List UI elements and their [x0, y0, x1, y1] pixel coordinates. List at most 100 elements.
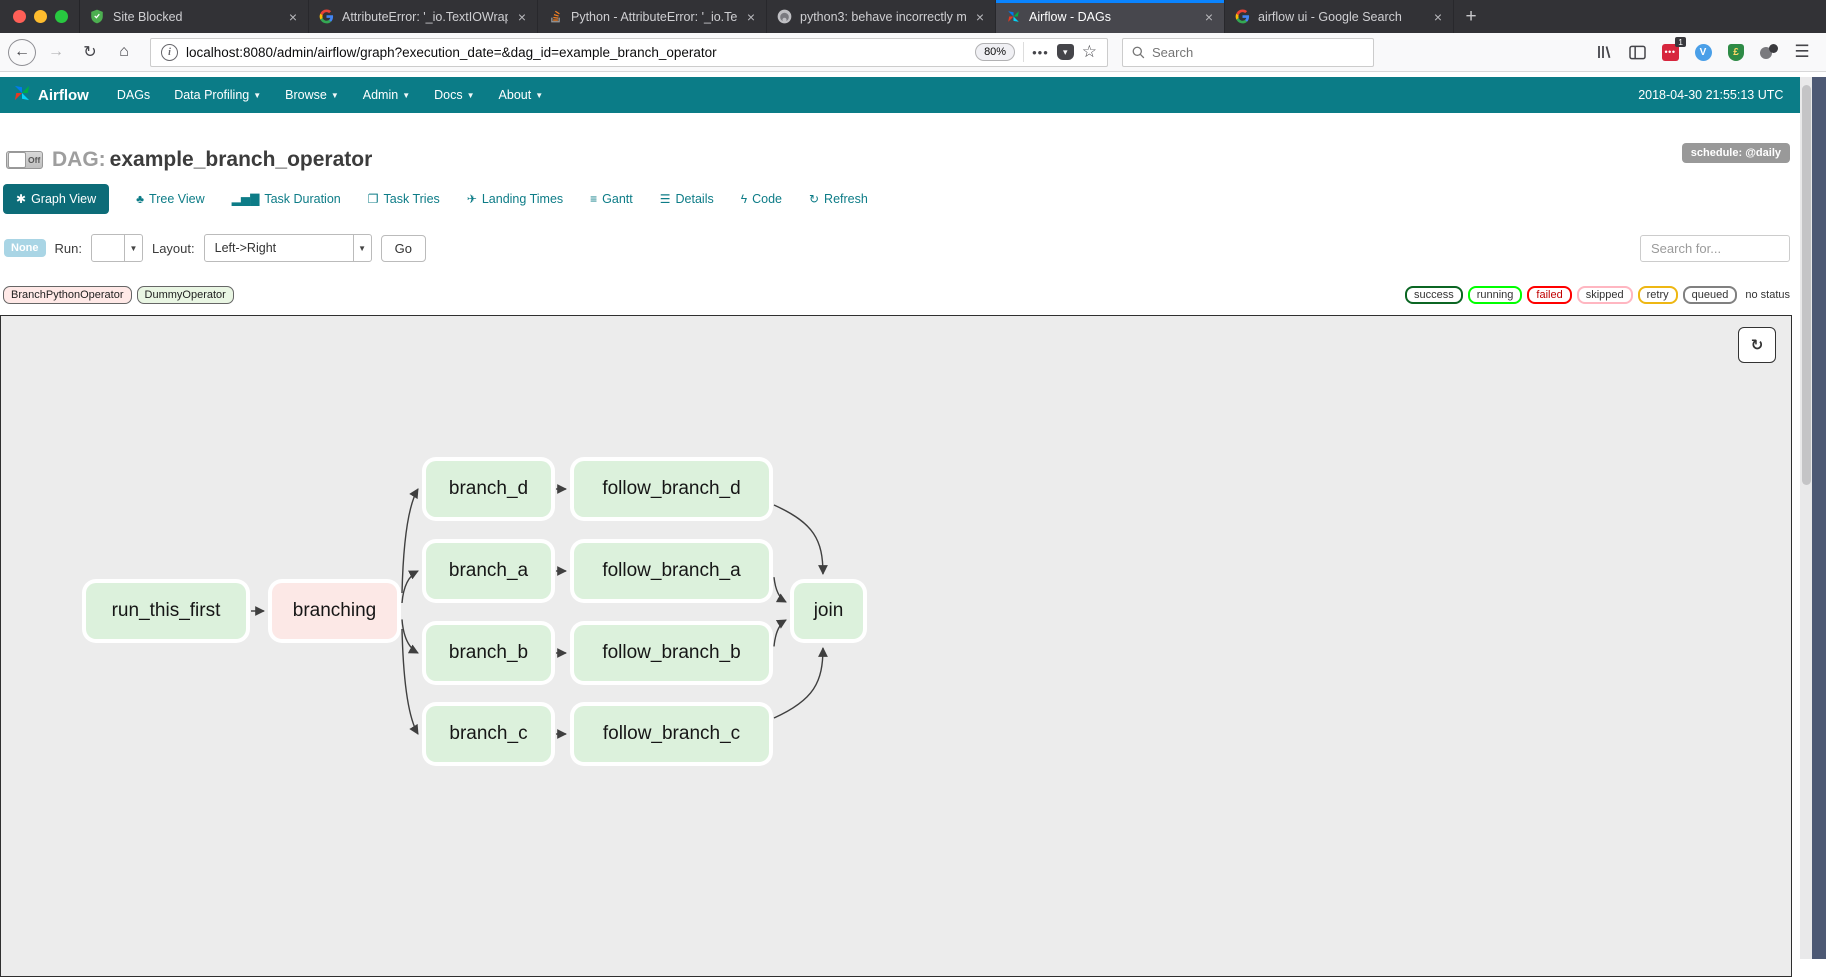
- dag-node-branch_a[interactable]: branch_a: [426, 543, 551, 599]
- close-tab-icon[interactable]: ×: [974, 9, 986, 25]
- status-running: running: [1468, 286, 1523, 304]
- chevron-down-icon: ▼: [402, 91, 410, 100]
- chevron-down-icon: ▼: [467, 91, 475, 100]
- reload-button[interactable]: ↻: [76, 38, 104, 66]
- nav-item-dags[interactable]: DAGs: [105, 77, 162, 113]
- home-button[interactable]: ⌂: [110, 38, 138, 66]
- nav-item-about[interactable]: About▼: [487, 77, 556, 113]
- url-text[interactable]: localhost:8080/admin/airflow/graph?execu…: [186, 45, 967, 60]
- landing-times-icon: ✈: [467, 192, 477, 206]
- close-window-button[interactable]: [13, 10, 26, 23]
- view-tabs: ✱Graph View ♣Tree View ▂▅▇Task Duration ❐Ta…: [3, 183, 1826, 215]
- view-tree-view[interactable]: ♣Tree View: [136, 192, 204, 206]
- pocket-icon[interactable]: ▾: [1057, 44, 1074, 60]
- browser-tab-5[interactable]: Airflow - DAGs ×: [996, 0, 1225, 33]
- dag-node-follow_branch_c[interactable]: follow_branch_c: [574, 706, 769, 762]
- dag-edges: [1, 316, 1791, 976]
- dag-node-follow_branch_b[interactable]: follow_branch_b: [574, 625, 769, 681]
- page-title: DAG:example_branch_operator: [52, 148, 372, 172]
- edge-branching-branch_b: [402, 619, 418, 653]
- operator-legend: BranchPythonOperatorDummyOperator succes…: [3, 285, 1790, 305]
- utc-clock: 2018-04-30 21:55:13 UTC: [1638, 88, 1783, 102]
- refresh-icon: ↻: [809, 192, 819, 206]
- dag-node-run_this_first[interactable]: run_this_first: [86, 583, 246, 639]
- view-task-tries[interactable]: ❐Task Tries: [368, 192, 440, 206]
- back-button[interactable]: ←: [8, 39, 36, 66]
- dag-pause-toggle[interactable]: Off: [6, 151, 43, 169]
- nav-item-data-profiling[interactable]: Data Profiling▼: [162, 77, 273, 113]
- status-skipped: skipped: [1577, 286, 1633, 304]
- edge-branching-branch_c: [402, 629, 418, 734]
- go-button[interactable]: Go: [381, 235, 426, 262]
- chevron-down-icon: ▼: [535, 91, 543, 100]
- ghostery-extension-icon[interactable]: [1757, 40, 1781, 64]
- browser-tab-2[interactable]: AttributeError: '_io.TextIOWrapp ×: [309, 0, 538, 33]
- task-duration-icon: ▂▅▇: [232, 192, 260, 206]
- scrollbar-thumb[interactable]: [1802, 85, 1811, 485]
- site-info-icon[interactable]: i: [161, 44, 178, 61]
- view-code[interactable]: ϟCode: [741, 192, 782, 206]
- run-select[interactable]: ▼: [91, 234, 143, 262]
- nav-item-browse[interactable]: Browse▼: [273, 77, 351, 113]
- tab-title: Airflow - DAGs: [1029, 10, 1195, 24]
- sidebar-icon[interactable]: [1625, 40, 1649, 64]
- adblock-extension-icon[interactable]: ••• 1: [1658, 40, 1682, 64]
- nav-item-admin[interactable]: Admin▼: [351, 77, 422, 113]
- tab-title: airflow ui - Google Search: [1258, 10, 1424, 24]
- edge-follow_branch_c-join: [774, 648, 823, 718]
- menu-icon[interactable]: ☰: [1790, 40, 1814, 64]
- close-tab-icon[interactable]: ×: [516, 9, 528, 25]
- right-edge-strip: [1812, 77, 1826, 959]
- view-gantt[interactable]: ≡Gantt: [590, 192, 633, 206]
- close-tab-icon[interactable]: ×: [1203, 9, 1215, 25]
- shield-extension-icon[interactable]: £: [1724, 40, 1748, 64]
- task-search-input[interactable]: Search for...: [1640, 235, 1790, 262]
- tab-title: Python - AttributeError: '_io.Te: [571, 10, 737, 24]
- dag-node-branch_d[interactable]: branch_d: [426, 461, 551, 517]
- stackoverflow-favicon: [547, 9, 563, 25]
- browser-tab-3[interactable]: Python - AttributeError: '_io.Te ×: [538, 0, 767, 33]
- close-tab-icon[interactable]: ×: [745, 9, 757, 25]
- tab-title: AttributeError: '_io.TextIOWrapp: [342, 10, 508, 24]
- dag-node-branch_c[interactable]: branch_c: [426, 706, 551, 762]
- bookmark-star-icon[interactable]: ☆: [1082, 42, 1097, 62]
- status-legend: successrunningfailedskippedretryqueuedno…: [1405, 286, 1790, 304]
- layout-select[interactable]: Left->Right▼: [204, 234, 372, 262]
- view-details[interactable]: ☰Details: [660, 192, 714, 206]
- zoom-level-badge[interactable]: 80%: [975, 43, 1015, 61]
- library-icon[interactable]: [1592, 40, 1616, 64]
- browser-tab-1[interactable]: Site Blocked×: [80, 0, 309, 33]
- dag-node-follow_branch_a[interactable]: follow_branch_a: [574, 543, 769, 599]
- graph-refresh-button[interactable]: ↻: [1738, 327, 1776, 363]
- close-tab-icon[interactable]: ×: [287, 9, 299, 25]
- blue-extension-icon[interactable]: V: [1691, 40, 1715, 64]
- new-tab-button[interactable]: +: [1454, 0, 1488, 33]
- task-tries-icon: ❐: [368, 192, 379, 206]
- url-toolbar: ← → ↻ ⌂ i localhost:8080/admin/airflow/g…: [0, 33, 1826, 72]
- nav-item-docs[interactable]: Docs▼: [422, 77, 486, 113]
- view-task-duration[interactable]: ▂▅▇Task Duration: [232, 192, 341, 206]
- browser-tab-6[interactable]: airflow ui - Google Search ×: [1225, 0, 1454, 33]
- status-success: success: [1405, 286, 1463, 304]
- browser-tab-4[interactable]: python3: behave incorrectly mo×: [767, 0, 996, 33]
- layout-label: Layout:: [152, 241, 195, 256]
- search-icon: [1132, 46, 1145, 59]
- minimize-window-button[interactable]: [34, 10, 47, 23]
- page-actions-icon[interactable]: •••: [1032, 45, 1049, 60]
- view-refresh[interactable]: ↻Refresh: [809, 192, 868, 206]
- page-scrollbar[interactable]: [1800, 77, 1812, 959]
- dag-node-branching[interactable]: branching: [272, 583, 397, 639]
- view-graph-view[interactable]: ✱Graph View: [3, 184, 109, 214]
- airflow-brand[interactable]: Airflow: [12, 83, 89, 107]
- dag-node-join[interactable]: join: [794, 583, 863, 639]
- view-landing-times[interactable]: ✈Landing Times: [467, 192, 563, 206]
- close-tab-icon[interactable]: ×: [1432, 9, 1444, 25]
- schedule-badge: schedule: @daily: [1682, 143, 1790, 163]
- forward-button[interactable]: →: [42, 38, 70, 66]
- graph-panel: ↻ run_this_first branching branch_d follow_…: [0, 315, 1792, 977]
- zoom-window-button[interactable]: [55, 10, 68, 23]
- address-bar[interactable]: i localhost:8080/admin/airflow/graph?exe…: [150, 38, 1108, 67]
- browser-search-field[interactable]: Search: [1122, 38, 1374, 67]
- dag-node-follow_branch_d[interactable]: follow_branch_d: [574, 461, 769, 517]
- dag-node-branch_b[interactable]: branch_b: [426, 625, 551, 681]
